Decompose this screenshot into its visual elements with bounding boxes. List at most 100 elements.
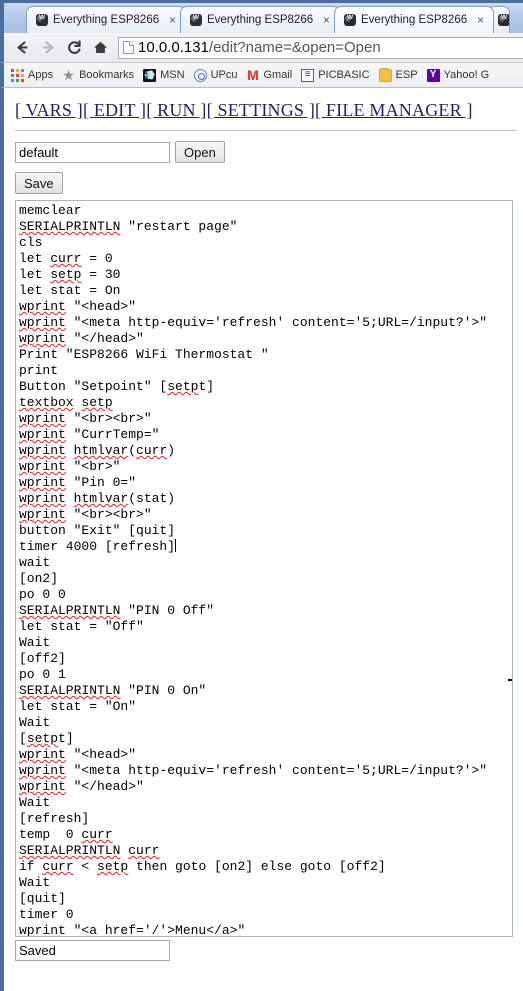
- close-icon[interactable]: ×: [167, 14, 178, 26]
- bookmark-gmail[interactable]: M Gmail: [246, 66, 293, 83]
- home-icon[interactable]: [88, 36, 112, 60]
- bookmarks-bar: Apps ★ Bookmarks MSN UPcu M Gmail PICBAS…: [0, 63, 523, 88]
- bookmark-label: ESP: [395, 68, 418, 81]
- code-line: print: [19, 363, 59, 378]
- code-line: if curr < setp then goto [on2] else goto…: [19, 859, 386, 874]
- code-line: wprint "Pin 0=": [19, 475, 137, 490]
- bookmark-label: Bookmarks: [79, 68, 135, 81]
- code-line: Wait: [19, 875, 51, 890]
- code-line: [quit]: [19, 891, 66, 906]
- close-icon[interactable]: ×: [321, 14, 332, 26]
- code-line: Wait: [19, 715, 51, 730]
- bookmark-label: Gmail: [263, 68, 293, 81]
- save-row: Save: [15, 172, 523, 194]
- picbasic-icon: [301, 68, 315, 82]
- tab-title: Everything ESP8266 -: [207, 14, 316, 26]
- nav-link-settings[interactable]: [ SETTINGS ]: [207, 100, 315, 120]
- bookmark-esp[interactable]: ESP: [378, 67, 418, 82]
- code-line: po 0 1: [19, 667, 66, 682]
- tab-title: Everything ESP8266 -: [361, 14, 470, 26]
- open-file-row: Open: [15, 141, 523, 163]
- code-line: wprint "<meta http-equiv='refresh' conte…: [19, 763, 488, 778]
- code-line: let stat = "Off": [19, 619, 144, 634]
- code-line: Wait: [19, 635, 51, 650]
- msn-butterfly-icon: [143, 68, 157, 82]
- folder-icon: [378, 67, 392, 82]
- browser-tab-1[interactable]: Everything ESP8266 - ×: [26, 6, 186, 33]
- code-line: wprint htmlvar(stat): [19, 491, 176, 506]
- bookmark-apps[interactable]: Apps: [11, 68, 54, 82]
- code-line: wprint "<br><br>": [19, 411, 152, 426]
- gmail-m-icon: M: [247, 66, 259, 83]
- code-line: Button "Setpoint" [setpt]: [19, 379, 215, 394]
- page-content: [ VARS ][ EDIT ][ RUN ][ SETTINGS ][ FIL…: [0, 88, 523, 991]
- code-line: wprint "<head>": [19, 747, 137, 762]
- code-line: textbox setp: [19, 395, 113, 410]
- address-bar-text: 10.0.0.131/edit?name=&open=Open: [138, 39, 381, 56]
- code-line: Wait: [19, 795, 51, 810]
- code-line: let stat = "On": [19, 699, 137, 714]
- bookmark-yahoo[interactable]: Yahoo! G: [426, 68, 490, 82]
- code-line: timer 0: [19, 907, 74, 922]
- code-line: wait: [19, 555, 51, 570]
- code-line: [setpt]: [19, 731, 74, 746]
- bookmark-label: PICBASIC: [318, 68, 370, 81]
- tab-title: Everything ESP8266 -: [53, 14, 162, 26]
- open-button[interactable]: Open: [175, 141, 225, 163]
- code-line: wprint "<meta http-equiv='refresh' conte…: [19, 315, 488, 330]
- esp-forum-favicon-icon: [36, 12, 48, 26]
- page-nav-links: [ VARS ][ EDIT ][ RUN ][ SETTINGS ][ FIL…: [15, 100, 523, 121]
- code-line: cls: [19, 235, 43, 250]
- browser-tab-2[interactable]: Everything ESP8266 - ×: [180, 6, 340, 33]
- bookmark-label: Apps: [28, 68, 54, 81]
- code-line: let stat = On: [19, 283, 121, 298]
- nav-link-run[interactable]: [ RUN ]: [146, 100, 206, 120]
- close-icon[interactable]: ×: [475, 14, 486, 26]
- code-line: wprint "<br><br>": [19, 507, 152, 522]
- status-input[interactable]: [15, 940, 170, 961]
- scroll-marker: [508, 679, 512, 681]
- tab-strip: Everything ESP8266 - × Everything ESP826…: [0, 0, 523, 33]
- bookmark-label: UPcu: [210, 68, 238, 81]
- code-editor-content[interactable]: memclear SERIALPRINTLN "restart page" cls l…: [16, 201, 512, 937]
- address-bar[interactable]: 10.0.0.131/edit?name=&open=Open: [118, 36, 523, 59]
- esp-forum-favicon-icon: [190, 12, 202, 26]
- bookmark-bookmarks[interactable]: ★ Bookmarks: [62, 68, 135, 82]
- bookmark-label: MSN: [160, 68, 185, 81]
- nav-link-edit[interactable]: [ EDIT ]: [83, 100, 146, 120]
- bookmark-msn[interactable]: MSN: [143, 68, 185, 82]
- back-arrow-icon[interactable]: [10, 36, 34, 60]
- code-line: temp 0 curr: [19, 827, 113, 842]
- code-line: let curr = 0: [19, 251, 113, 266]
- browser-window: Everything ESP8266 - × Everything ESP826…: [0, 0, 523, 991]
- code-line: [on2]: [19, 571, 59, 586]
- nav-link-file-manager[interactable]: [ FILE MANAGER ]: [315, 100, 473, 120]
- url-path: /edit?name=&open=Open: [208, 39, 381, 56]
- code-line: timer 4000 [refresh]: [19, 539, 177, 554]
- browser-toolbar: 10.0.0.131/edit?name=&open=Open: [0, 33, 523, 63]
- apps-grid-icon: [11, 68, 24, 82]
- browser-tab-3-active[interactable]: Everything ESP8266 - ×: [334, 6, 494, 33]
- forward-arrow-icon[interactable]: [36, 36, 60, 60]
- code-editor-textarea[interactable]: memclear SERIALPRINTLN "restart page" cls l…: [15, 200, 513, 937]
- bookmark-picbasic[interactable]: PICBASIC: [301, 68, 370, 82]
- code-line: [off2]: [19, 651, 66, 666]
- nav-link-vars[interactable]: [ VARS ]: [15, 100, 83, 120]
- code-line: wprint htmlvar(curr): [19, 443, 176, 458]
- code-line: wprint "</head>": [19, 779, 144, 794]
- url-host: 10.0.0.131: [138, 39, 209, 56]
- status-row: [15, 940, 523, 961]
- bookmark-upcu[interactable]: UPcu: [193, 68, 238, 82]
- code-line: [refresh]: [19, 811, 90, 826]
- code-line: wprint "<br>": [19, 459, 121, 474]
- reload-icon[interactable]: [62, 36, 86, 60]
- save-button[interactable]: Save: [15, 172, 63, 194]
- code-line: SERIALPRINTLN "PIN 0 Off": [19, 603, 215, 618]
- code-line: wprint "<a href='/'>Menu</a>": [19, 923, 246, 937]
- upcu-icon: [193, 68, 207, 82]
- code-line: wprint "<head>": [19, 299, 137, 314]
- bookmark-label: Yahoo! G: [443, 68, 490, 81]
- code-line: button "Exit" [quit]: [19, 523, 176, 538]
- filename-input[interactable]: [15, 141, 170, 163]
- code-line: Print "ESP8266 WiFi Thermostat ": [19, 347, 269, 362]
